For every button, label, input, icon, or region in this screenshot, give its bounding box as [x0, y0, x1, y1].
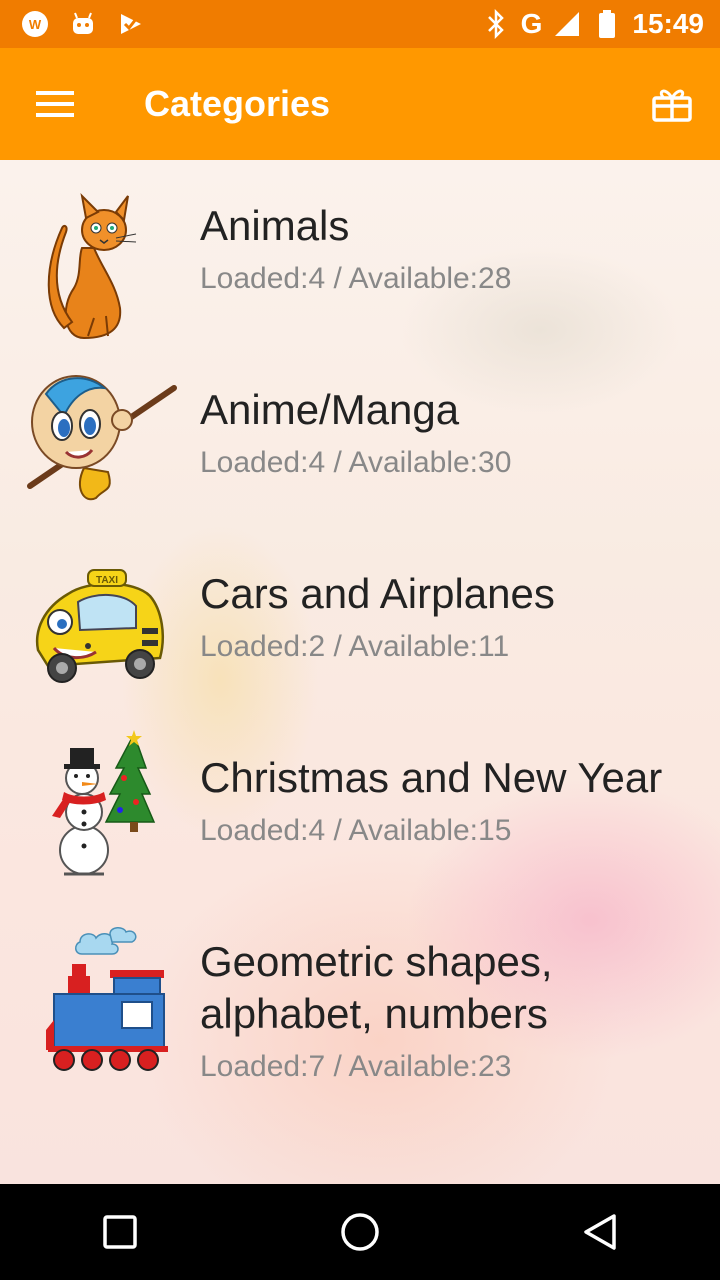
recents-icon[interactable]	[80, 1192, 160, 1272]
category-item-animals[interactable]: Animals Loaded:4 / Available:28	[0, 176, 720, 360]
category-item-cars-airplanes[interactable]: TAXI Cars and Airplanes Loaded:2 / Avail…	[0, 544, 720, 728]
category-list: Animals Loaded:4 / Available:28 Anime/Ma…	[0, 160, 720, 1184]
cat-icon	[24, 188, 180, 344]
toy-train-icon	[24, 924, 180, 1080]
back-icon[interactable]	[560, 1192, 640, 1272]
svg-text:TAXI: TAXI	[96, 575, 118, 586]
category-item-geometric-shapes[interactable]: Geometric shapes, alphabet, numbers Load…	[0, 912, 720, 1112]
snowman-tree-icon	[24, 728, 180, 884]
category-name: Geometric shapes, alphabet, numbers	[200, 938, 553, 1037]
gift-icon[interactable]	[648, 80, 696, 128]
bluetooth-icon	[481, 9, 511, 39]
svg-text:W: W	[29, 17, 42, 32]
app-bar: Categories	[0, 48, 720, 160]
category-name: Animals	[200, 202, 350, 249]
taxi-car-icon: TAXI	[24, 550, 180, 706]
navigation-bar	[0, 1184, 720, 1280]
category-stats: Loaded:4 / Available:30	[200, 446, 512, 479]
android-icon	[68, 9, 98, 39]
play-check-icon	[116, 9, 146, 39]
category-name: Anime/Manga	[200, 386, 460, 433]
clock: 15:49	[632, 8, 704, 39]
category-stats: Loaded:4 / Available:15	[200, 814, 512, 847]
category-stats: Loaded:4 / Available:28	[200, 262, 512, 295]
anime-boy-icon	[24, 368, 180, 524]
network-type: G	[520, 8, 543, 39]
wp-app-icon: W	[20, 9, 50, 39]
signal-icon	[552, 9, 582, 39]
hamburger-menu-icon[interactable]	[28, 76, 84, 132]
category-name: Christmas and New Year	[200, 754, 663, 801]
category-name: Cars and Airplanes	[200, 570, 555, 617]
battery-icon	[592, 9, 622, 39]
page-title: Categories	[144, 83, 331, 124]
category-item-anime-manga[interactable]: Anime/Manga Loaded:4 / Available:30	[0, 360, 720, 544]
category-item-christmas-new-year[interactable]: Christmas and New Year Loaded:4 / Availa…	[0, 728, 720, 912]
category-stats: Loaded:7 / Available:23	[200, 1050, 512, 1083]
category-stats: Loaded:2 / Available:11	[200, 630, 510, 663]
home-icon[interactable]	[320, 1192, 400, 1272]
status-bar: W G 15:49	[0, 0, 720, 48]
